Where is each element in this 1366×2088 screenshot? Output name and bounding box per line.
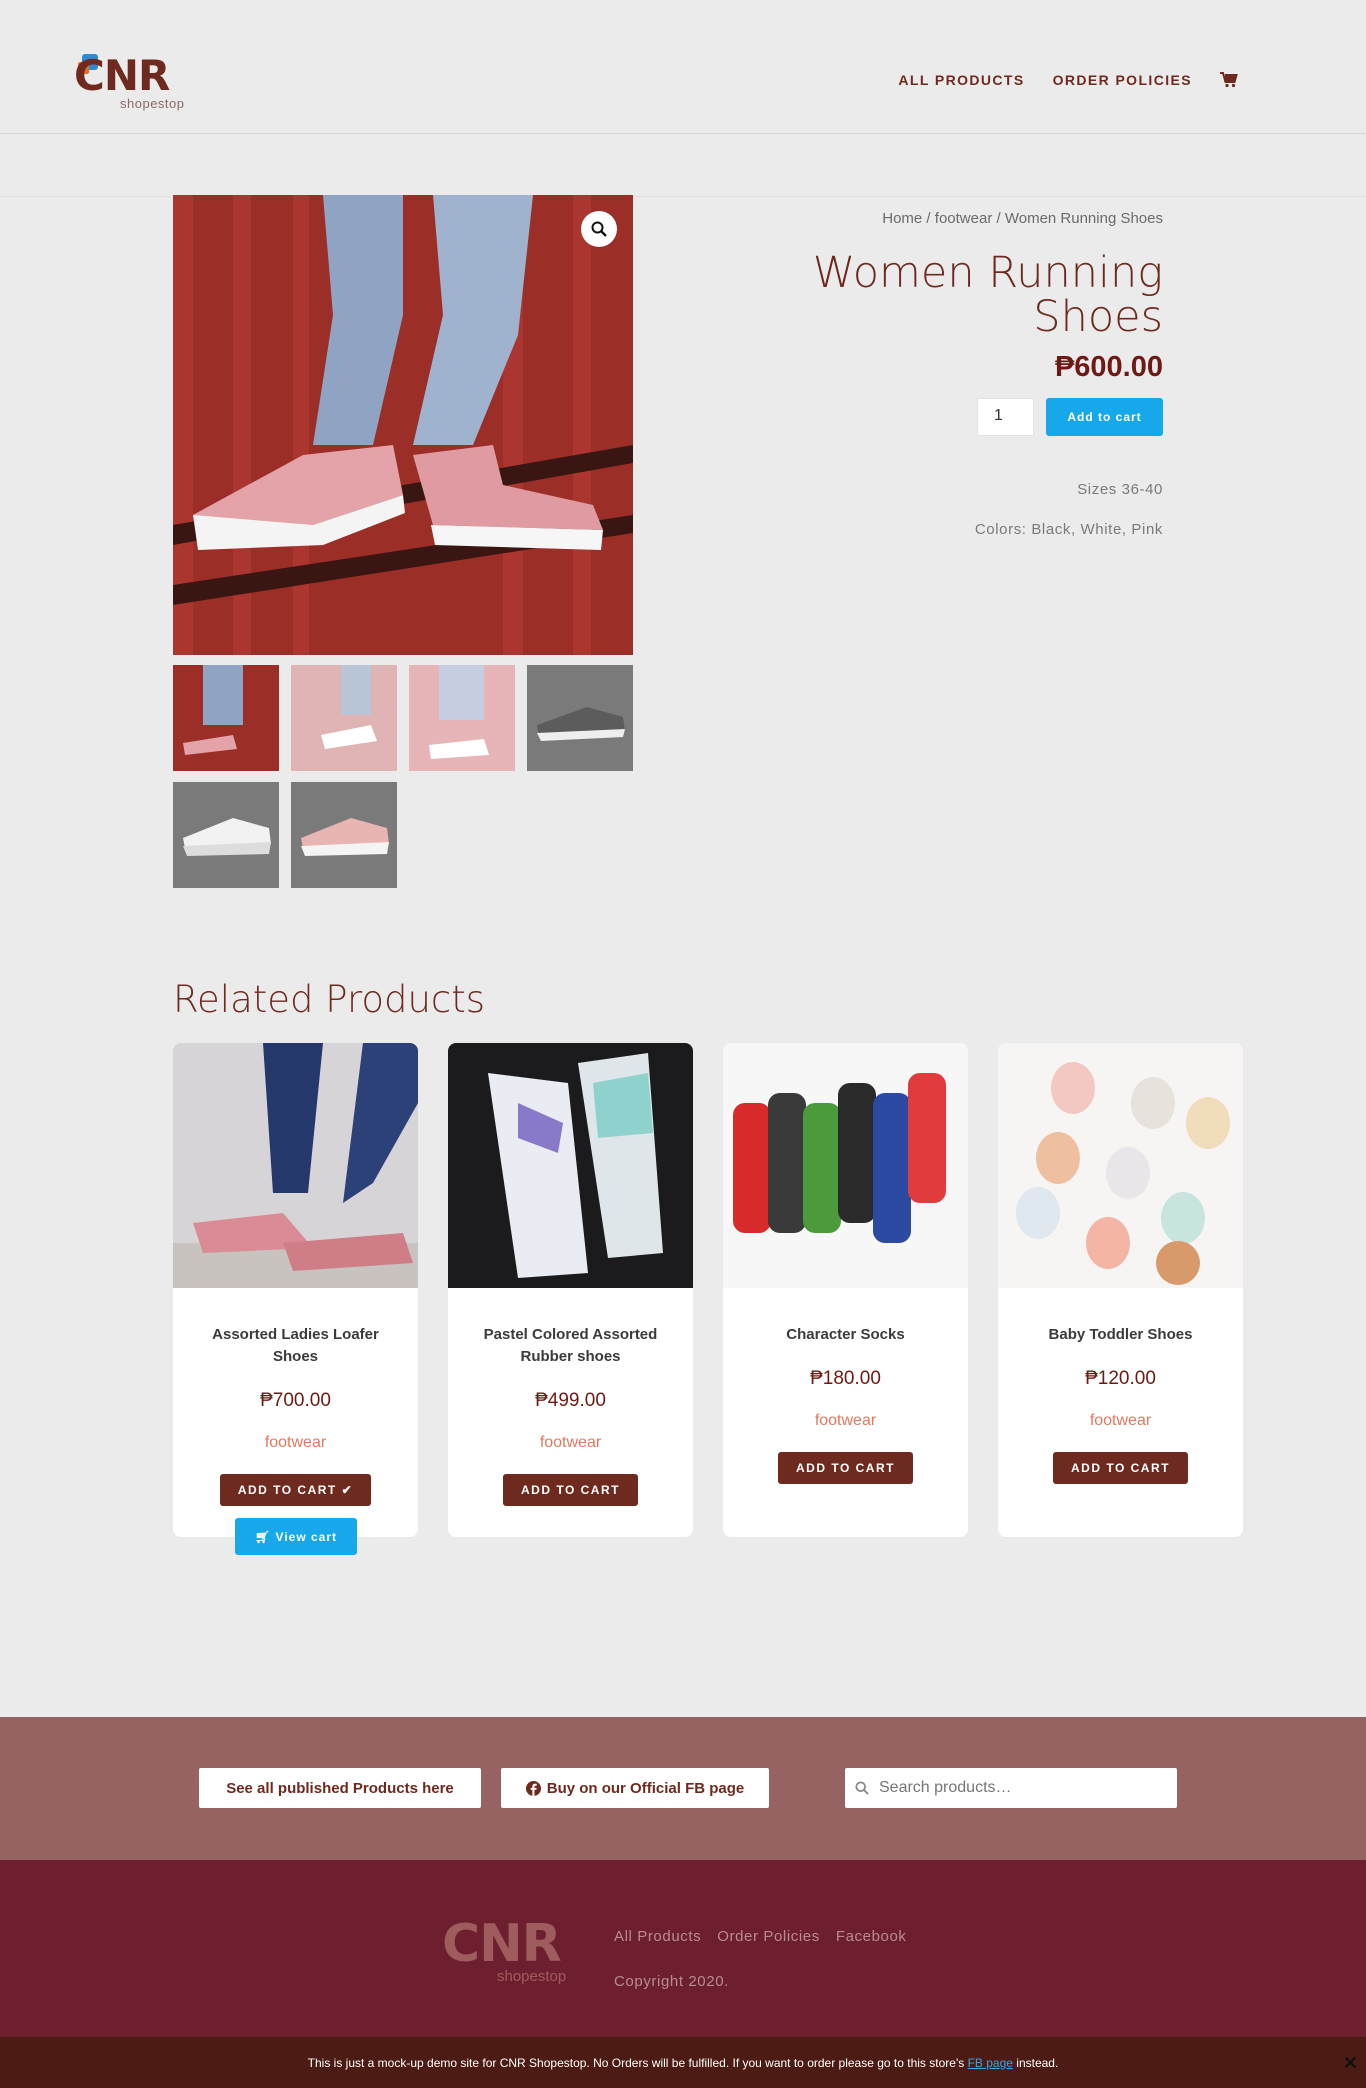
breadcrumb-separator: / <box>922 210 935 227</box>
product-card-price: ₱180.00 <box>810 1368 881 1389</box>
thumbnail-4[interactable] <box>527 665 633 771</box>
search-box <box>845 1768 1177 1808</box>
checkmark-icon: ✔ <box>341 1483 354 1497</box>
cart-icon[interactable] <box>1220 72 1238 88</box>
footer-logo-subtext: shopestop <box>497 1968 567 1985</box>
breadcrumb-home[interactable]: Home <box>882 210 922 227</box>
thumbnail-1[interactable] <box>173 665 279 771</box>
product-summary: Home / footwear / Women Running Shoes Wo… <box>803 210 1163 550</box>
add-to-cart-button[interactable]: ADD TO CART <box>1053 1452 1188 1484</box>
magnifier-icon <box>591 221 607 237</box>
breadcrumb-separator: / <box>992 210 1005 227</box>
footer-link-all-products[interactable]: All Products <box>614 1928 701 1945</box>
search-icon <box>855 1781 869 1795</box>
fb-button-label: Buy on our Official FB page <box>546 1779 745 1797</box>
add-to-cart-button[interactable]: ADD TO CART ✔ <box>219 1474 372 1506</box>
product-main-image[interactable] <box>173 195 633 655</box>
zoom-button[interactable] <box>581 211 617 247</box>
thumbnail-6[interactable] <box>291 782 397 888</box>
product-card-image[interactable] <box>173 1043 418 1288</box>
product-card-name[interactable]: Baby Toddler Shoes <box>998 1324 1243 1346</box>
notice-fb-link[interactable]: FB page <box>968 2056 1013 2070</box>
product-card: Baby Toddler Shoes ₱120.00 footwear ADD … <box>998 1043 1243 1537</box>
product-card-name[interactable]: Pastel Colored Assorted Rubber shoes <box>448 1324 693 1368</box>
main-nav: ALL PRODUCTS ORDER POLICIES <box>898 72 1238 88</box>
footer-links: All Products Order Policies Facebook <box>614 1928 907 1945</box>
product-title: Women Running Shoes <box>812 248 1163 342</box>
colors-text: Colors: Black, White, Pink <box>974 521 1163 538</box>
fb-page-button[interactable]: Buy on our Official FB page <box>501 1768 769 1808</box>
nav-all-products[interactable]: ALL PRODUCTS <box>898 72 1024 88</box>
product-card-category[interactable]: footwear <box>998 1412 1243 1430</box>
product-card-name[interactable]: Character Socks <box>723 1324 968 1346</box>
notice-text: This is just a mock-up demo site for CNR… <box>307 2056 968 2070</box>
footer-logo-text: CNR <box>442 1914 562 1974</box>
close-icon[interactable]: ✕ <box>1343 2053 1358 2074</box>
product-card-category[interactable]: footwear <box>723 1412 968 1430</box>
nav-order-policies[interactable]: ORDER POLICIES <box>1053 72 1192 88</box>
thumbnail-2[interactable] <box>291 665 397 771</box>
all-products-button[interactable]: See all published Products here <box>199 1768 481 1808</box>
add-to-cart-form: 1 Add to cart <box>803 398 1163 436</box>
sizes-text: Sizes 36-40 <box>1077 481 1163 498</box>
demo-notice-bar: This is just a mock-up demo site for CNR… <box>0 2037 1366 2088</box>
breadcrumb-current: Women Running Shoes <box>1004 210 1163 227</box>
thumbnail-5[interactable] <box>173 782 279 888</box>
product-card-image[interactable] <box>448 1043 693 1288</box>
facebook-icon <box>525 1780 541 1796</box>
site-logo[interactable]: CNR shopestop <box>74 52 194 114</box>
footer-logo[interactable]: CNR shopestop <box>442 1916 592 1986</box>
copyright: Copyright 2020. <box>614 1973 729 1990</box>
product-price: ₱600.00 <box>1054 351 1163 383</box>
add-to-cart-button[interactable]: ADD TO CART <box>503 1474 638 1506</box>
breadcrumb: Home / footwear / Women Running Shoes <box>803 210 1163 227</box>
product-card-image[interactable] <box>998 1043 1243 1288</box>
site-header: CNR shopestop ALL PRODUCTS ORDER POLICIE… <box>0 0 1366 134</box>
product-description: Sizes 36-40 Colors: Black, White, Pink <box>803 470 1163 550</box>
product-card: Pastel Colored Assorted Rubber shoes ₱49… <box>448 1043 693 1537</box>
logo-subtext: shopestop <box>120 96 185 111</box>
product-card-image[interactable] <box>723 1043 968 1288</box>
cart-icon: 🛒︎ <box>254 1530 272 1544</box>
notice-text-end: instead. <box>1012 2056 1059 2070</box>
add-to-cart-button[interactable]: ADD TO CART <box>778 1452 913 1484</box>
product-card-price: ₱120.00 <box>1085 1368 1156 1389</box>
footer-link-facebook[interactable]: Facebook <box>836 1928 907 1945</box>
product-card: Assorted Ladies Loafer Shoes ₱700.00 foo… <box>173 1043 418 1537</box>
breadcrumb-category[interactable]: footwear <box>935 210 993 227</box>
search-input[interactable] <box>879 1779 1159 1797</box>
site-footer <box>0 1860 1366 2037</box>
view-cart-button[interactable]: 🛒︎ View cart <box>235 1518 357 1555</box>
logo-text: CNR <box>74 51 170 100</box>
product-card-name[interactable]: Assorted Ladies Loafer Shoes <box>173 1324 418 1368</box>
add-to-cart-button[interactable]: Add to cart <box>1046 398 1163 436</box>
product-card-price: ₱700.00 <box>260 1390 331 1411</box>
product-card-category[interactable]: footwear <box>173 1434 418 1452</box>
product-card: Character Socks ₱180.00 footwear ADD TO … <box>723 1043 968 1537</box>
quantity-input[interactable]: 1 <box>977 398 1034 436</box>
thumbnail-3[interactable] <box>409 665 515 771</box>
related-products-title: Related Products <box>173 978 486 1021</box>
view-cart-label: View cart <box>275 1530 338 1544</box>
product-card-category[interactable]: footwear <box>448 1434 693 1452</box>
add-to-cart-label: ADD TO CART <box>237 1483 337 1497</box>
product-card-price: ₱499.00 <box>535 1390 606 1411</box>
footer-link-order-policies[interactable]: Order Policies <box>717 1928 820 1945</box>
